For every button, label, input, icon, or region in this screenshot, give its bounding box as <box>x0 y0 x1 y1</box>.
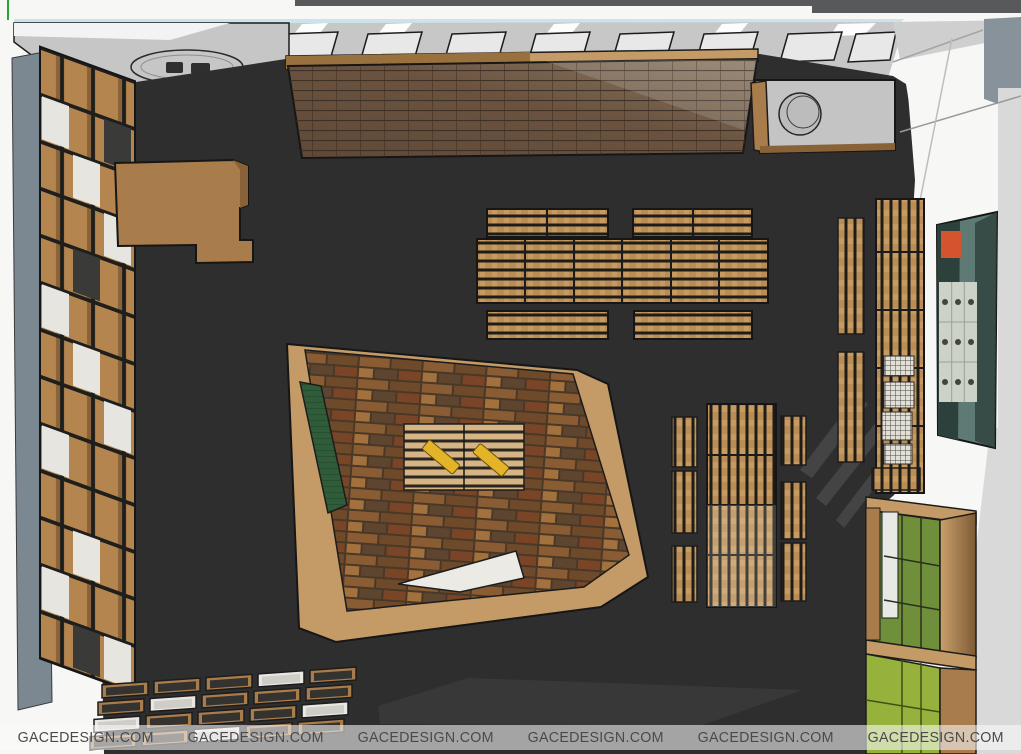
bench <box>781 416 806 465</box>
watermark-text: GACEDESIGN.COM <box>188 729 324 746</box>
table-set-right-middle <box>672 404 806 607</box>
bench <box>672 417 697 467</box>
bench <box>838 218 864 334</box>
bench <box>487 311 608 339</box>
watermark-text: GACEDESIGN.COM <box>18 729 154 746</box>
watermark-text: GACEDESIGN.COM <box>357 729 493 746</box>
central-display-island <box>287 344 648 642</box>
slat-bench-top <box>872 468 920 490</box>
bench <box>781 482 806 539</box>
lattice-screen <box>286 49 758 158</box>
bench <box>838 352 864 462</box>
sink-counter <box>751 80 895 153</box>
watermark-text: GACEDESIGN.COM <box>697 729 833 746</box>
scene-canvas <box>0 0 1021 754</box>
watermark-text: GACEDESIGN.COM <box>527 729 663 746</box>
interior-render-3d-top-view: GACEDESIGN.COM GACEDESIGN.COM GACEDESIGN… <box>0 0 1021 754</box>
axis-line-green <box>7 0 9 20</box>
wall-poster <box>937 212 997 448</box>
bench <box>634 311 752 339</box>
green-locker-unit <box>866 468 976 754</box>
island-center-table <box>404 424 524 490</box>
watermark-band: GACEDESIGN.COM GACEDESIGN.COM GACEDESIGN… <box>0 725 1021 750</box>
poster-photo-grid <box>939 282 977 402</box>
poster-logo-square <box>941 231 961 258</box>
watermark-text: GACEDESIGN.COM <box>867 729 1003 746</box>
cubby-shelving-wall <box>40 47 135 708</box>
bench <box>781 543 806 601</box>
bench <box>672 546 697 602</box>
bench <box>672 471 697 533</box>
round-basin <box>779 93 821 135</box>
